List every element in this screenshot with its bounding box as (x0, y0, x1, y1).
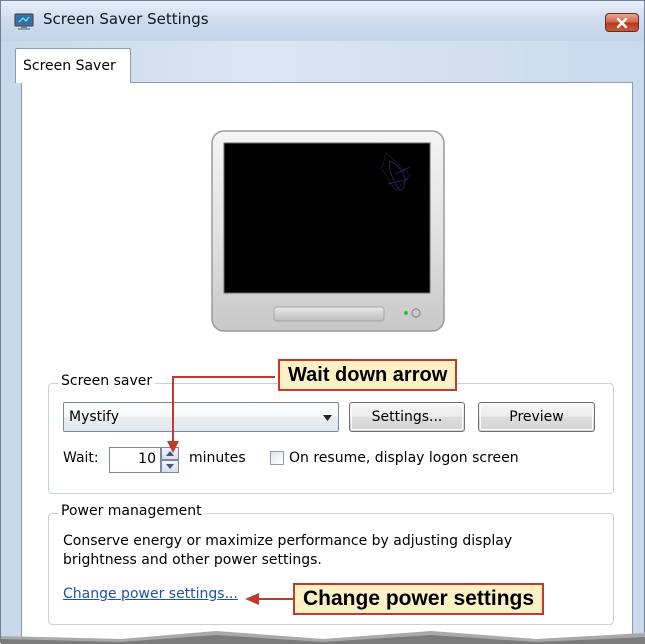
minutes-label: minutes (189, 450, 246, 466)
resume-logon-checkbox[interactable] (270, 451, 284, 465)
arrow-up-icon (166, 451, 174, 456)
close-x-icon (616, 17, 628, 28)
wait-up-arrow[interactable] (161, 447, 179, 460)
wait-label: Wait: (63, 450, 99, 466)
close-button[interactable] (605, 13, 639, 32)
wait-minutes-input[interactable]: 10 (109, 447, 161, 473)
tab-screen-saver[interactable]: Screen Saver (15, 48, 131, 83)
change-power-settings-callout: Change power settings (293, 583, 545, 615)
screen-saver-group: Screen saver Mystify Settings... Preview… (48, 373, 614, 494)
wait-down-arrow[interactable] (161, 460, 179, 473)
screen-saver-settings-window: Screen Saver Settings Screen Saver Scree… (0, 0, 645, 644)
preview-button[interactable]: Preview (478, 402, 595, 432)
monitor-preview-icon (211, 130, 445, 332)
wait-down-arrow-callout: Wait down arrow (278, 359, 458, 391)
resume-logon-label[interactable]: On resume, display logon screen (289, 450, 519, 466)
window-title: Screen Saver Settings (43, 10, 209, 28)
power-description: Conserve energy or maximize performance … (63, 533, 513, 568)
power-management-group-label: Power management (58, 503, 205, 519)
screen-saver-group-label: Screen saver (58, 373, 156, 389)
preview-button-label: Preview (509, 409, 564, 425)
change-power-settings-link[interactable]: Change power settings... (63, 586, 238, 602)
screen-saver-select[interactable]: Mystify (63, 402, 339, 432)
arrow-down-icon (166, 464, 174, 469)
screensaver-monitor-icon (14, 13, 34, 31)
title-bar: Screen Saver Settings (1, 1, 644, 41)
settings-button[interactable]: Settings... (349, 402, 465, 432)
torn-edge (1, 631, 645, 644)
settings-button-label: Settings... (371, 409, 443, 425)
chevron-down-icon (323, 415, 332, 421)
screen-saver-select-value: Mystify (69, 409, 120, 425)
